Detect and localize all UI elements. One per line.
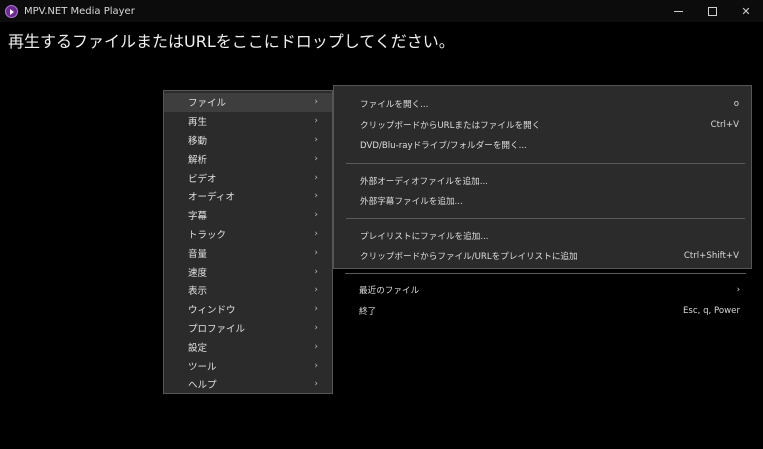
drop-message: 再生するファイルまたはURLをここにドロップしてください。 [8, 32, 455, 51]
submenu-item-label: 外部オーディオファイルを追加... [360, 177, 488, 187]
menu-separator [345, 273, 746, 274]
chevron-right-icon: › [314, 379, 318, 390]
chevron-right-icon: › [314, 360, 318, 371]
title-bar: MPV.NET Media Player ✕ [0, 0, 763, 22]
submenu-item-label: クリップボードからURLまたはファイルを開く [360, 121, 541, 131]
submenu-item-label: クリップボードからファイル/URLをプレイリストに追加 [360, 252, 578, 262]
menu-item-label: ツール [188, 361, 217, 373]
menu-item-label: 解析 [188, 154, 208, 166]
chevron-right-icon: › [314, 134, 318, 145]
menu-item-label: 速度 [188, 267, 208, 279]
menu-item-profile[interactable]: プロファイル › [164, 319, 332, 338]
menu-item-label: 再生 [188, 117, 208, 129]
menu-item-help[interactable]: ヘルプ › [164, 375, 332, 394]
menu-separator [346, 218, 745, 219]
menu-item-label: ヘルプ [188, 380, 217, 392]
close-icon: ✕ [741, 4, 751, 18]
maximize-icon [707, 6, 717, 16]
submenu-item-open-clipboard[interactable]: クリップボードからURLまたはファイルを開く Ctrl+V [334, 115, 751, 135]
chevron-right-icon: › [736, 285, 740, 295]
chevron-right-icon: › [314, 285, 318, 296]
mpv-logo-icon [5, 4, 18, 18]
minimize-button[interactable] [661, 0, 695, 22]
context-menu: ファイル › 再生 › 移動 › 解析 › ビデオ › オーディオ › 字幕 › トラック › … [163, 90, 333, 394]
menu-item-volume[interactable]: 音量 › [164, 243, 332, 262]
menu-item-label: ビデオ [188, 173, 217, 185]
menu-item-label: プロファイル [188, 323, 246, 335]
menu-item-label: 移動 [188, 135, 208, 147]
submenu-item-open-dvd[interactable]: DVD/Blu-rayドライブ/フォルダーを開く... [334, 135, 751, 155]
submenu-item-label: プレイリストにファイルを追加... [360, 232, 489, 242]
window-controls: ✕ [661, 0, 763, 22]
submenu-item-open-file[interactable]: ファイルを開く... o [334, 94, 751, 114]
menu-item-label: ファイル [188, 98, 227, 110]
menu-item-tools[interactable]: ツール › [164, 356, 332, 375]
menu-item-label: 字幕 [188, 211, 208, 223]
chevron-right-icon: › [314, 153, 318, 164]
menu-separator [346, 163, 745, 164]
chevron-right-icon: › [314, 97, 318, 108]
shortcut-label: Ctrl+Shift+V [683, 251, 739, 261]
submenu-item-label: DVD/Blu-rayドライブ/フォルダーを開く... [360, 141, 527, 151]
shortcut-label: Ctrl+V [710, 120, 739, 130]
menu-item-file[interactable]: ファイル › [164, 93, 332, 112]
chevron-right-icon: › [314, 191, 318, 202]
submenu-item-exit[interactable]: 終了 Esc, q, Power [333, 301, 752, 321]
menu-item-label: オーディオ [188, 192, 235, 204]
menu-item-speed[interactable]: 速度 › [164, 262, 332, 281]
submenu-item-add-audio[interactable]: 外部オーディオファイルを追加... [334, 171, 751, 191]
chevron-right-icon: › [314, 116, 318, 127]
chevron-right-icon: › [314, 266, 318, 277]
menu-item-label: ウィンドウ [188, 305, 236, 317]
menu-item-label: 音量 [188, 248, 208, 260]
close-button[interactable]: ✕ [729, 0, 763, 22]
shortcut-label: Esc, q, Power [683, 306, 740, 316]
menu-item-label: 設定 [188, 342, 208, 354]
chevron-right-icon: › [314, 247, 318, 258]
menu-item-navigate[interactable]: 移動 › [164, 131, 332, 150]
minimize-icon [673, 10, 683, 12]
menu-item-view[interactable]: 表示 › [164, 281, 332, 300]
submenu-item-label: 終了 [359, 307, 377, 317]
submenu-item-add-to-playlist[interactable]: プレイリストにファイルを追加... [334, 226, 751, 246]
chevron-right-icon: › [314, 172, 318, 183]
menu-item-video[interactable]: ビデオ › [164, 168, 332, 187]
menu-item-audio[interactable]: オーディオ › [164, 187, 332, 206]
submenu-item-label: ファイルを開く... [360, 100, 429, 110]
submenu-item-label: 外部字幕ファイルを追加... [360, 197, 463, 207]
menu-item-window[interactable]: ウィンドウ › [164, 300, 332, 319]
chevron-right-icon: › [314, 341, 318, 352]
file-submenu: ファイルを開く... o クリップボードからURLまたはファイルを開く Ctrl+V… [333, 85, 752, 269]
submenu-item-clipboard-to-playlist[interactable]: クリップボードからファイル/URLをプレイリストに追加 Ctrl+Shift+V [334, 246, 751, 266]
menu-item-subtitle[interactable]: 字幕 › [164, 206, 332, 225]
window-title: MPV.NET Media Player [24, 5, 135, 17]
submenu-item-label: 最近のファイル [359, 286, 420, 296]
chevron-right-icon: › [314, 322, 318, 333]
chevron-right-icon: › [314, 228, 318, 239]
submenu-item-recent-files[interactable]: 最近のファイル › [333, 280, 752, 300]
menu-item-label: 表示 [188, 286, 208, 298]
chevron-right-icon: › [314, 304, 318, 315]
menu-item-track[interactable]: トラック › [164, 225, 332, 244]
shortcut-label: o [733, 99, 739, 109]
file-submenu-lower: 最近のファイル › 終了 Esc, q, Power [333, 269, 752, 323]
submenu-item-add-subtitle[interactable]: 外部字幕ファイルを追加... [334, 191, 751, 211]
menu-item-playback[interactable]: 再生 › [164, 112, 332, 131]
chevron-right-icon: › [314, 210, 318, 221]
menu-item-label: トラック [188, 229, 227, 241]
maximize-button[interactable] [695, 0, 729, 22]
menu-item-settings[interactable]: 設定 › [164, 337, 332, 356]
menu-item-analyze[interactable]: 解析 › [164, 149, 332, 168]
